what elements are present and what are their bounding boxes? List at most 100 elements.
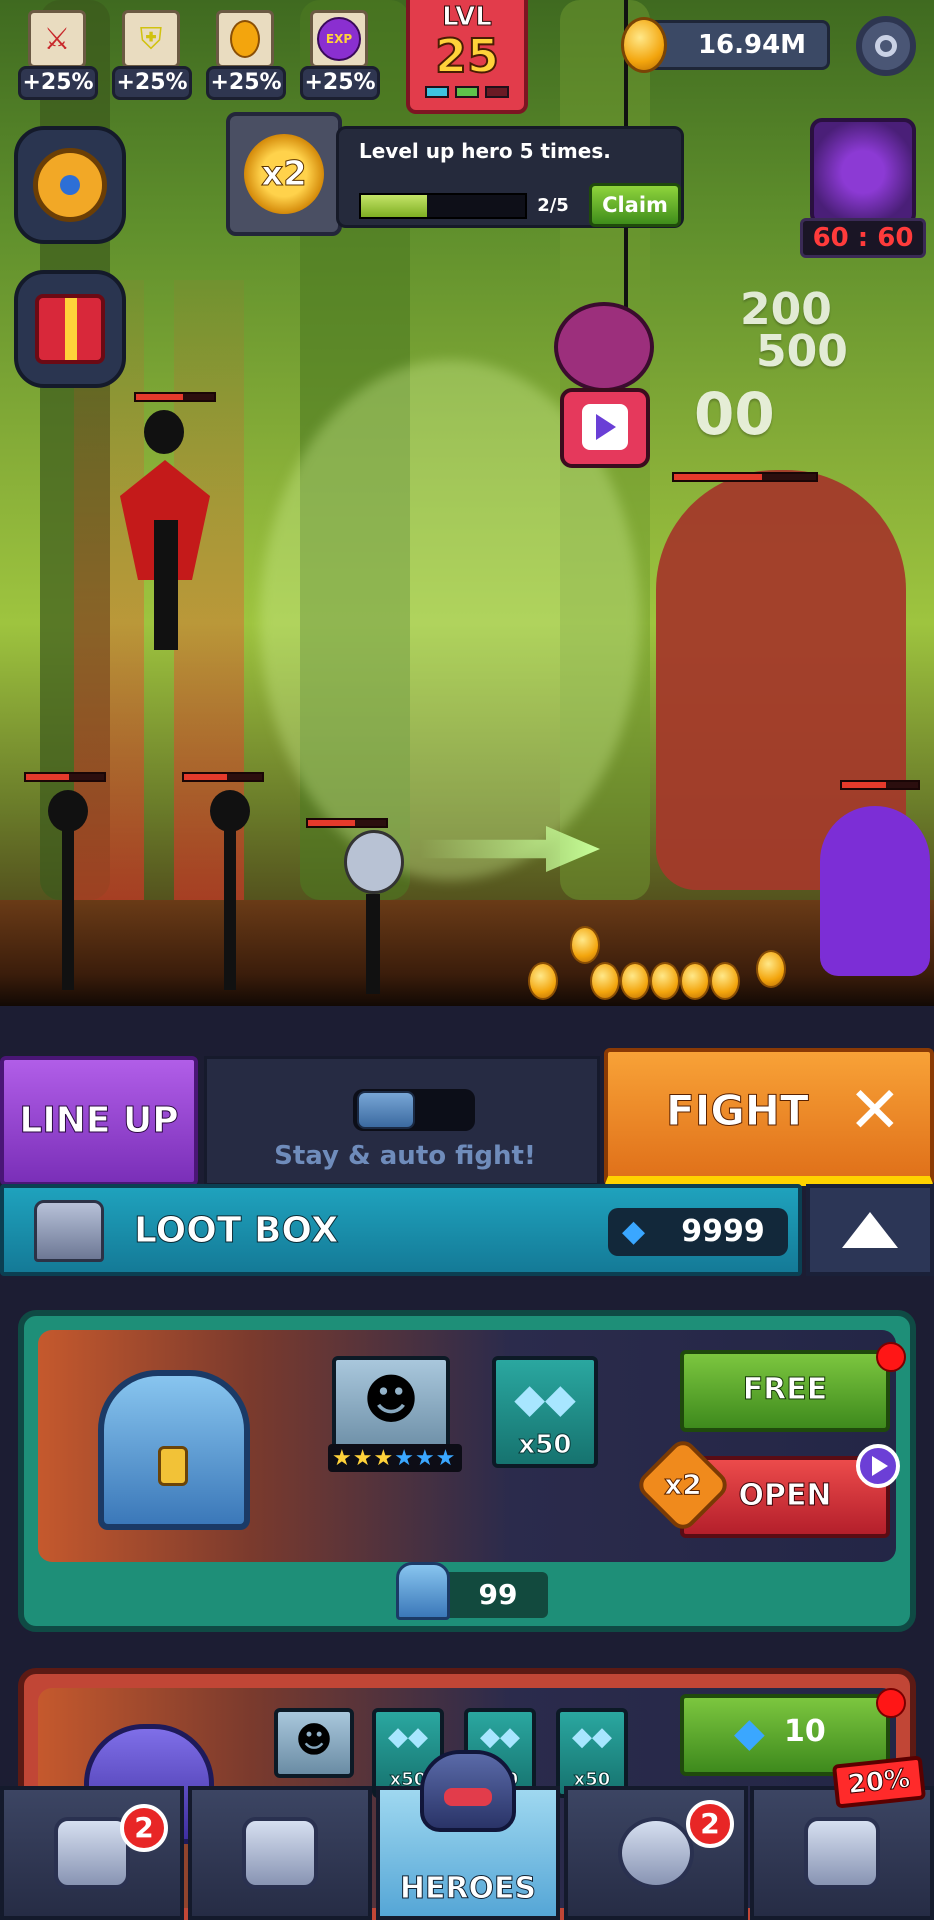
- coin-drop: [756, 950, 786, 988]
- auto-fight-toggle[interactable]: [353, 1089, 475, 1131]
- fight-label: FIGHT: [666, 1086, 810, 1136]
- spider-ad-box[interactable]: [520, 0, 690, 488]
- coin-drop: [590, 962, 620, 1000]
- hero-health-bar: [24, 772, 106, 782]
- chest-icon: [54, 1817, 130, 1889]
- boost-value: +25%: [18, 66, 98, 100]
- defense-boost[interactable]: ⛨ +25%: [112, 10, 192, 102]
- star-filled-icon: ★: [332, 1445, 352, 1471]
- boost-value: +25%: [206, 66, 286, 100]
- gem-balance: ◆ 9999: [608, 1208, 788, 1256]
- enemy-health-bar: [672, 472, 818, 482]
- coin-drop: [710, 962, 740, 1000]
- auto-fight-label: Stay & auto fight!: [274, 1141, 536, 1171]
- coin-drop: [650, 962, 680, 1000]
- quest-progress-text: 2/5: [537, 195, 569, 216]
- settings-gear-icon[interactable]: [856, 16, 916, 76]
- upgrade-book-icon: [242, 1817, 318, 1889]
- tab-heroes[interactable]: HEROES: [376, 1750, 560, 1920]
- enemy-health-bar: [840, 780, 920, 790]
- loot-box-header: LOOT BOX ◆ 9999: [0, 1184, 802, 1276]
- hero-star-rating: ★ ★ ★ ★ ★ ★: [328, 1444, 462, 1472]
- chest-icon: [34, 1200, 104, 1262]
- damage-number: 00: [694, 380, 775, 448]
- demon-hero: [110, 410, 220, 650]
- diamond-icon: ◆: [734, 1710, 765, 1756]
- exp-boost[interactable]: EXP +25%: [300, 10, 380, 102]
- discount-badge: 20%: [831, 1755, 927, 1809]
- coin-drop: [620, 962, 650, 1000]
- level-badge: LVL 25: [406, 0, 528, 114]
- helmet-icon: [420, 1750, 516, 1832]
- gem-pile-icon: ◆◆: [572, 1722, 612, 1752]
- stickman-icon: ☻: [362, 1368, 420, 1431]
- loot-card-art: ☻ ★ ★ ★ ★ ★ ★ ◆◆ x50 FREE OPEN x2: [38, 1330, 906, 1562]
- trident-hero: [180, 790, 280, 990]
- crossed-swords-icon: ✕: [848, 1074, 902, 1148]
- fight-button[interactable]: FIGHT ✕: [604, 1048, 934, 1186]
- tab-skills[interactable]: 2: [564, 1786, 748, 1920]
- damage-number: 500: [756, 326, 848, 377]
- coin-drop: [528, 962, 558, 1000]
- tab-heroes-label: HEROES: [399, 1871, 537, 1907]
- archer-hero: [18, 790, 118, 990]
- tab-loot[interactable]: 2: [0, 1786, 184, 1920]
- ring-icon: [618, 1817, 694, 1889]
- collapse-panel-button[interactable]: [806, 1184, 934, 1276]
- boss-timer: 60 : 60: [800, 218, 926, 258]
- map-compass-button[interactable]: [14, 126, 126, 244]
- tab-upgrade[interactable]: [188, 1786, 372, 1920]
- coin-balance: 16.94M: [621, 17, 830, 73]
- star-filled-icon: ★: [373, 1445, 394, 1471]
- quest-progress-bar: [359, 193, 527, 219]
- quest-text: Level up hero 5 times.: [359, 139, 611, 163]
- reward-gem-slot: ◆◆ x50: [556, 1708, 628, 1798]
- chest-count-value: 99: [478, 1578, 518, 1611]
- battle-controls: LINE UP Stay & auto fight! FIGHT ✕: [0, 1048, 934, 1186]
- hero-health-bar: [306, 818, 388, 828]
- notification-dot: [876, 1688, 906, 1718]
- boss-skull-icon: [810, 118, 916, 226]
- chest-icon: [396, 1562, 450, 1620]
- stickman-icon: ☻: [295, 1720, 333, 1761]
- play-video-icon: [856, 1444, 900, 1488]
- castle-icon: [804, 1817, 880, 1889]
- gift-button[interactable]: [14, 270, 126, 388]
- tab-badge: 2: [686, 1800, 734, 1848]
- boost-value: +25%: [112, 66, 192, 100]
- gem-pile-icon: ◆◆: [480, 1722, 520, 1752]
- free-open-button[interactable]: FREE: [680, 1350, 890, 1432]
- reward-count: x50: [518, 1430, 572, 1461]
- coin-icon: [621, 17, 667, 73]
- reward-hero-slot: ☻ ★ ★ ★ ★ ★ ★: [328, 1356, 462, 1472]
- coin-drop: [680, 962, 710, 1000]
- boss-timer-panel[interactable]: 60 : 60: [800, 118, 926, 260]
- tab-badge: 2: [120, 1804, 168, 1852]
- gift-icon: [35, 294, 105, 364]
- line-up-button[interactable]: LINE UP: [0, 1056, 198, 1186]
- quest-panel: x2 Level up hero 5 times. 2/5 Claim: [226, 112, 686, 236]
- reward-hero-slot: ☻: [274, 1708, 354, 1778]
- battle-scene: 200 500 00 ⚔ +25% ⛨ +25% +25% EXP +25% L…: [0, 0, 934, 1006]
- gold-boost[interactable]: +25%: [206, 10, 286, 102]
- play-video-icon: [582, 404, 628, 450]
- boost-value: +25%: [300, 66, 380, 100]
- hero-health-bar: [182, 772, 264, 782]
- coin-balance-value: 16.94M: [697, 30, 807, 60]
- hero-health-bar: [134, 392, 216, 402]
- quest-card: Level up hero 5 times. 2/5 Claim: [336, 126, 684, 228]
- exp-icon: EXP: [310, 10, 368, 68]
- price-value: 10: [784, 1714, 826, 1749]
- attack-boost[interactable]: ⚔ +25%: [18, 10, 98, 102]
- claim-button[interactable]: Claim: [589, 183, 681, 227]
- tab-home[interactable]: 20%: [750, 1755, 934, 1920]
- purple-ghost-enemy: [820, 806, 930, 976]
- gem-pile-icon: ◆◆: [514, 1376, 576, 1422]
- bottom-navigation: 2 HEROES 2 20%: [0, 1750, 934, 1920]
- star-filled-icon: ★: [352, 1445, 373, 1471]
- chevron-up-icon: [842, 1212, 898, 1248]
- star-empty-icon: ★: [435, 1445, 456, 1471]
- coin-drop: [570, 926, 600, 964]
- ground: [0, 900, 934, 1006]
- diamond-icon: ◆: [622, 1214, 646, 1249]
